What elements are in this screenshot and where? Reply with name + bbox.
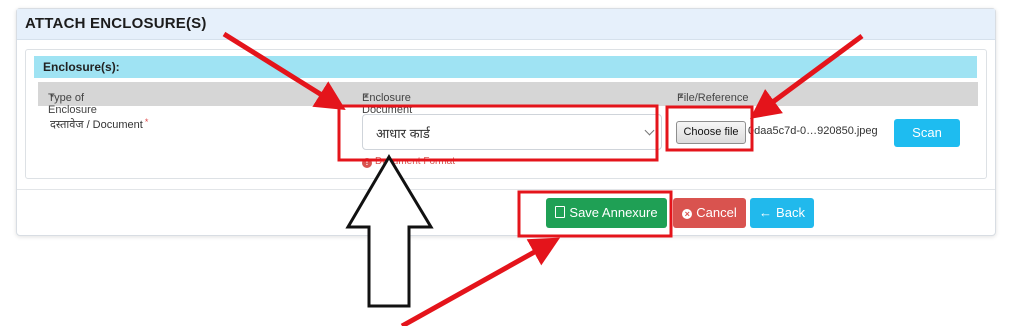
enclosures-table-header: Type of Enclosure * Enclosure Document * F…	[38, 82, 978, 116]
close-circle-icon: ×	[682, 209, 693, 219]
document-format-error: ! Document Format	[362, 156, 455, 168]
enclosures-section-title: Enclosure(s):	[43, 60, 120, 74]
enclosures-section: Enclosure(s): Type of Enclosure * Enclosu…	[25, 49, 987, 179]
choose-file-button[interactable]: Choose file	[676, 121, 746, 144]
save-annexure-button[interactable]: Save Annexure	[546, 198, 667, 228]
attach-enclosures-panel: ATTACH ENCLOSURE(S) Enclosure(s): Type o…	[16, 8, 996, 236]
selected-file-name: 0daa5c7d-0…920850.jpeg	[748, 125, 878, 137]
scan-button[interactable]: Scan	[894, 119, 960, 147]
enclosures-section-header: Enclosure(s):	[34, 56, 977, 78]
document-icon	[555, 206, 566, 218]
panel-header: ATTACH ENCLOSURE(S)	[17, 9, 995, 40]
error-icon: !	[362, 158, 372, 168]
back-button[interactable]: ← Back	[750, 198, 814, 228]
annotation-arrow-save	[400, 237, 561, 326]
panel-title: ATTACH ENCLOSURE(S)	[25, 15, 207, 32]
selected-document-value: आधार कार्ड	[376, 126, 430, 141]
cancel-button[interactable]: × Cancel	[673, 198, 746, 228]
footer-divider	[17, 189, 995, 190]
chevron-down-icon	[644, 125, 655, 136]
enclosure-type-label: दस्तावेज / Document *	[50, 117, 149, 131]
enclosure-document-select[interactable]: आधार कार्ड	[362, 114, 662, 150]
arrow-left-icon: ←	[759, 205, 773, 220]
